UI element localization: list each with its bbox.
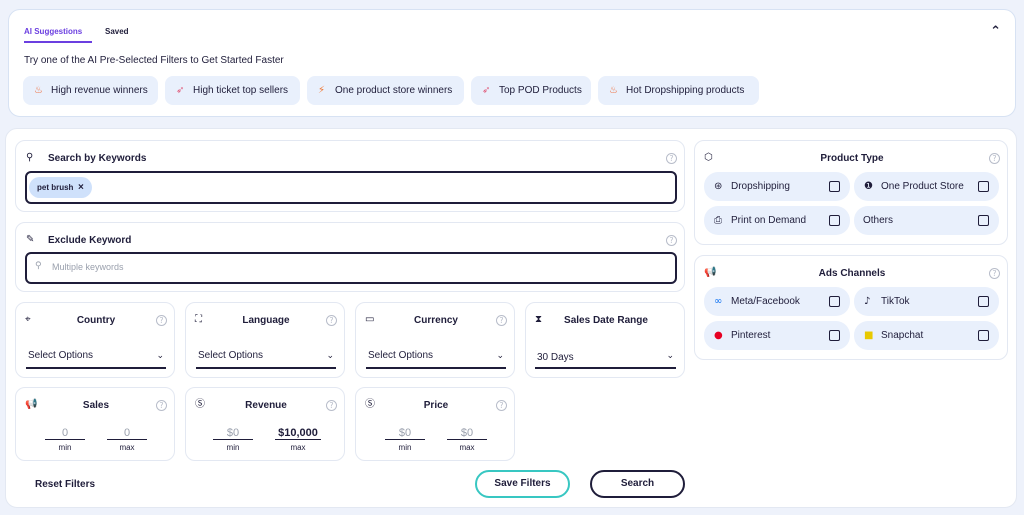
price-title: Price xyxy=(423,400,449,411)
help-icon[interactable]: ? xyxy=(989,153,1000,164)
date-range-title: Sales Date Range xyxy=(564,315,648,326)
price-min-input[interactable]: $0 min xyxy=(385,426,425,452)
search-icon: ⚲ xyxy=(26,152,34,163)
suggestion-high-revenue[interactable]: ♨ High revenue winners xyxy=(23,76,158,105)
pinterest-checkbox[interactable] xyxy=(829,330,840,341)
option-one-product-store[interactable]: ❶ One Product Store xyxy=(854,172,999,201)
meta-icon: ∞ xyxy=(714,296,723,307)
snapchat-icon: ■ xyxy=(864,330,874,341)
tab-saved[interactable]: Saved xyxy=(105,27,129,36)
option-snapchat[interactable]: ■ Snapchat xyxy=(854,321,999,350)
pinterest-icon: ● xyxy=(714,330,723,341)
chip-remove-icon[interactable]: × xyxy=(78,177,84,198)
search-icon: ⚲ xyxy=(35,261,42,271)
suggestion-top-pod[interactable]: ➶ Top POD Products xyxy=(471,76,591,105)
help-icon[interactable]: ? xyxy=(666,235,677,246)
fire-icon: ♨ xyxy=(34,85,43,96)
help-icon[interactable]: ? xyxy=(156,400,167,411)
price-card: Ⓢ Price ? $0 min $0 max xyxy=(355,387,515,461)
option-print-on-demand[interactable]: ⎙ Print on Demand xyxy=(704,206,850,235)
country-title: Country xyxy=(76,315,116,326)
ads-channels-title: Ads Channels xyxy=(818,268,886,279)
sales-title: Sales xyxy=(82,400,110,411)
date-range-select[interactable]: 30 Days ⌄ xyxy=(535,347,676,369)
country-card: ⌖ Country ? Select Options ⌄ xyxy=(15,302,175,378)
tiktok-checkbox[interactable] xyxy=(978,296,989,307)
price-max-input[interactable]: $0 max xyxy=(447,426,487,452)
exclude-placeholder: Multiple keywords xyxy=(52,262,124,272)
save-filters-button[interactable]: Save Filters xyxy=(475,470,570,498)
currency-card: ▭ Currency ? Select Options ⌄ xyxy=(355,302,515,378)
reset-filters-button[interactable]: Reset Filters xyxy=(35,479,95,490)
meta-facebook-checkbox[interactable] xyxy=(829,296,840,307)
currency-select[interactable]: Select Options ⌄ xyxy=(366,347,506,369)
language-title: Language xyxy=(242,315,290,326)
keywords-title: Search by Keywords xyxy=(48,153,147,164)
pencil-icon: ✎ xyxy=(26,234,35,245)
revenue-card: Ⓢ Revenue ? $0 min $10,000 max xyxy=(185,387,345,461)
suggestion-one-product-store[interactable]: ⚡ One product store winners xyxy=(307,76,464,105)
one-product-store-checkbox[interactable] xyxy=(978,181,989,192)
help-icon[interactable]: ? xyxy=(496,400,507,411)
language-select[interactable]: Select Options ⌄ xyxy=(196,347,336,369)
rocket-icon: ➶ xyxy=(482,85,491,96)
fire-icon: ♨ xyxy=(609,85,618,96)
collapse-icon[interactable]: ⌃ xyxy=(990,24,1001,39)
product-type-card: ⬡ Product Type ? ⊛ Dropshipping ❶ One Pr… xyxy=(694,140,1008,245)
currency-title: Currency xyxy=(414,315,458,326)
help-icon[interactable]: ? xyxy=(326,315,337,326)
sales-card: 📢 Sales ? 0 min 0 max xyxy=(15,387,175,461)
exclude-input[interactable]: ⚲ Multiple keywords xyxy=(25,252,677,284)
option-meta-facebook[interactable]: ∞ Meta/Facebook xyxy=(704,287,850,316)
help-icon[interactable]: ? xyxy=(666,153,677,164)
tiktok-icon: ♪ xyxy=(864,296,871,307)
help-icon[interactable]: ? xyxy=(156,315,167,326)
exclude-title: Exclude Keyword xyxy=(48,235,132,246)
others-checkbox[interactable] xyxy=(978,215,989,226)
help-icon[interactable]: ? xyxy=(989,268,1000,279)
revenue-title: Revenue xyxy=(245,400,287,411)
chevron-down-icon: ⌄ xyxy=(666,351,674,361)
rocket-icon: ➶ xyxy=(176,85,185,96)
date-range-card: ⧗ Sales Date Range 30 Days ⌄ xyxy=(525,302,685,378)
ads-channels-card: 📢 Ads Channels ? ∞ Meta/Facebook ♪ TikTo… xyxy=(694,255,1008,360)
lightning-icon: ⚡ xyxy=(318,85,326,96)
tab-ai-suggestions[interactable]: AI Suggestions xyxy=(24,27,93,36)
one-product-icon: ❶ xyxy=(864,181,873,192)
revenue-max-input[interactable]: $10,000 max xyxy=(275,426,321,452)
help-icon[interactable]: ? xyxy=(496,315,507,326)
option-tiktok[interactable]: ♪ TikTok xyxy=(854,287,999,316)
print-on-demand-checkbox[interactable] xyxy=(829,215,840,226)
chevron-down-icon: ⌄ xyxy=(156,351,164,361)
dropshipping-checkbox[interactable] xyxy=(829,181,840,192)
suggestion-high-ticket[interactable]: ➶ High ticket top sellers xyxy=(165,76,300,105)
exclude-card: ✎ Exclude Keyword ? ⚲ Multiple keywords xyxy=(15,222,685,292)
sales-min-input[interactable]: 0 min xyxy=(45,426,85,452)
sales-max-input[interactable]: 0 max xyxy=(107,426,147,452)
option-others[interactable]: Others xyxy=(854,206,999,235)
chevron-down-icon: ⌄ xyxy=(326,351,334,361)
search-button[interactable]: Search xyxy=(590,470,685,498)
help-icon[interactable]: ? xyxy=(326,400,337,411)
dropshipping-icon: ⊛ xyxy=(714,181,723,192)
intro-text: Try one of the AI Pre-Selected Filters t… xyxy=(24,55,284,66)
language-card: ⛶ Language ? Select Options ⌄ xyxy=(185,302,345,378)
keyword-chip: pet brush × xyxy=(29,177,92,198)
printer-icon: ⎙ xyxy=(714,215,722,226)
suggestion-hot-dropshipping[interactable]: ♨ Hot Dropshipping products xyxy=(598,76,759,105)
chevron-down-icon: ⌄ xyxy=(496,351,504,361)
option-pinterest[interactable]: ● Pinterest xyxy=(704,321,850,350)
keywords-input[interactable]: pet brush × xyxy=(25,171,677,204)
keywords-card: ⚲ Search by Keywords ? pet brush × xyxy=(15,140,685,212)
country-select[interactable]: Select Options ⌄ xyxy=(26,347,166,369)
product-type-title: Product Type xyxy=(820,153,884,164)
tab-ai-suggestions-underline xyxy=(24,41,92,43)
option-dropshipping[interactable]: ⊛ Dropshipping xyxy=(704,172,850,201)
snapchat-checkbox[interactable] xyxy=(978,330,989,341)
revenue-min-input[interactable]: $0 min xyxy=(213,426,253,452)
